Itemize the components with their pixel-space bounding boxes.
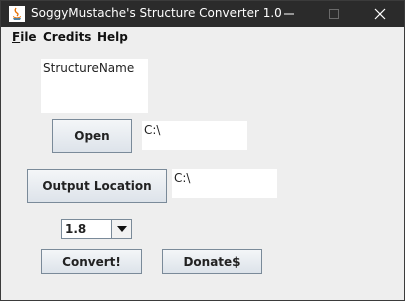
close-button[interactable] xyxy=(357,1,403,27)
app-window: SoggyMustache's Structure Converter 1.0 … xyxy=(0,0,405,301)
structure-name-field[interactable]: StructureName xyxy=(41,59,148,113)
minimize-icon xyxy=(284,13,294,15)
version-selected-value: 1.8 xyxy=(65,222,87,236)
java-app-icon xyxy=(9,6,25,22)
window-title: SoggyMustache's Structure Converter 1.0 xyxy=(31,6,282,20)
menu-help[interactable]: Help xyxy=(97,30,128,44)
menu-bar: File Credits Help xyxy=(1,27,404,47)
menu-file-mnemonic: F xyxy=(12,30,21,44)
title-bar[interactable]: SoggyMustache's Structure Converter 1.0 xyxy=(1,1,404,27)
donate-button[interactable]: Donate$ xyxy=(162,249,262,274)
menu-credits[interactable]: Credits xyxy=(43,30,91,44)
open-button[interactable]: Open xyxy=(52,119,132,153)
open-path-field[interactable]: C:\ xyxy=(142,121,247,150)
maximize-icon xyxy=(329,9,339,19)
menu-file[interactable]: File xyxy=(12,30,37,44)
output-path-field[interactable]: C:\ xyxy=(172,169,277,198)
convert-button[interactable]: Convert! xyxy=(41,249,142,274)
maximize-button[interactable] xyxy=(311,1,357,27)
version-dropdown-button[interactable] xyxy=(111,220,131,238)
minimize-button[interactable] xyxy=(266,1,312,27)
output-location-button[interactable]: Output Location xyxy=(27,169,167,203)
version-select[interactable]: 1.8 xyxy=(61,219,132,239)
chevron-down-icon xyxy=(116,226,127,232)
close-icon xyxy=(374,8,386,20)
menu-file-label: ile xyxy=(20,30,37,44)
